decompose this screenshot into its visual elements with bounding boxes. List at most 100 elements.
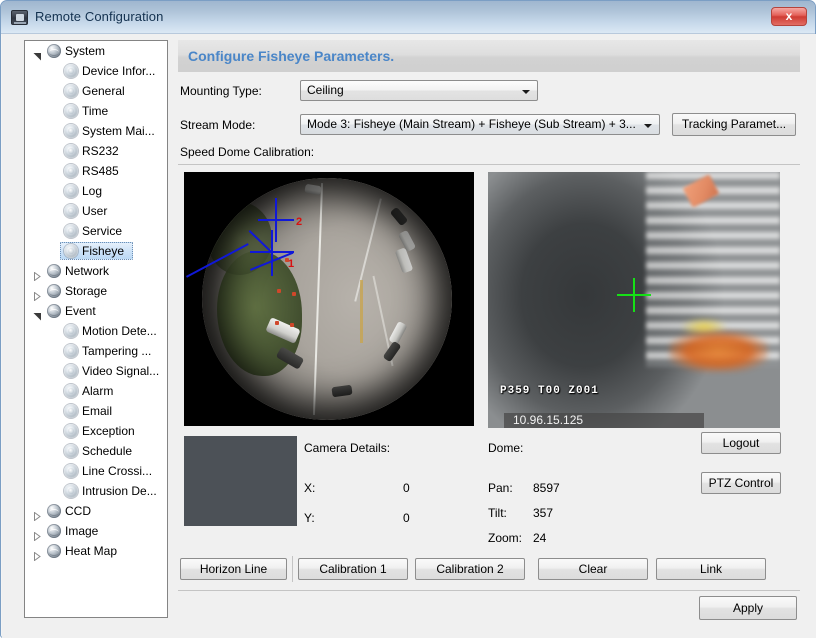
chevron-right-icon[interactable] bbox=[33, 267, 42, 282]
gear-icon bbox=[64, 444, 78, 458]
mounting-type-select[interactable]: Ceiling bbox=[300, 80, 538, 101]
gear-icon bbox=[64, 244, 78, 258]
tracking-parameter-button[interactable]: Tracking Paramet... bbox=[672, 113, 796, 136]
chevron-down-icon[interactable] bbox=[33, 307, 42, 321]
ptz-preview[interactable]: P359 T00 Z001 10.96.15.125 bbox=[488, 172, 780, 428]
camera-icon bbox=[11, 10, 28, 25]
gear-icon bbox=[64, 64, 78, 78]
globe-icon bbox=[47, 504, 61, 518]
gear-icon bbox=[64, 224, 78, 238]
calibration-marker-1-label: 1 bbox=[288, 258, 295, 270]
chevron-down-icon[interactable] bbox=[33, 47, 42, 61]
stream-mode-select[interactable]: Mode 3: Fisheye (Main Stream) + Fisheye … bbox=[300, 114, 660, 135]
dome-pan-value: 8597 bbox=[533, 481, 560, 495]
sidebar-item-video-signal[interactable]: Video Signal... bbox=[25, 361, 167, 381]
chevron-down-icon bbox=[644, 124, 652, 128]
gear-icon bbox=[64, 184, 78, 198]
calibration-2-button[interactable]: Calibration 2 bbox=[415, 558, 525, 580]
gear-icon bbox=[64, 384, 78, 398]
ptz-osd-text: P359 T00 Z001 bbox=[500, 385, 599, 397]
sidebar-item-general[interactable]: General bbox=[25, 81, 167, 101]
sidebar-item-image[interactable]: Image bbox=[25, 521, 167, 542]
gear-icon bbox=[64, 464, 78, 478]
sidebar-item-user[interactable]: User bbox=[25, 201, 167, 221]
logout-button[interactable]: Logout bbox=[701, 432, 781, 454]
gear-icon bbox=[64, 164, 78, 178]
sidebar-item-system[interactable]: System bbox=[25, 41, 167, 61]
sidebar-item-ccd[interactable]: CCD bbox=[25, 501, 167, 522]
sidebar-item-label: General bbox=[82, 84, 125, 98]
close-icon[interactable]: x bbox=[771, 7, 807, 26]
sidebar-item-label: Heat Map bbox=[65, 544, 118, 558]
sidebar-item-storage[interactable]: Storage bbox=[25, 281, 167, 302]
sidebar-item-intrusion-de[interactable]: Intrusion De... bbox=[25, 481, 167, 501]
gear-icon bbox=[64, 404, 78, 418]
gear-icon bbox=[64, 344, 78, 358]
globe-icon bbox=[47, 524, 61, 538]
sidebar-item-tampering[interactable]: Tampering ... bbox=[25, 341, 167, 361]
sidebar-item-exception[interactable]: Exception bbox=[25, 421, 167, 441]
sidebar-item-log[interactable]: Log bbox=[25, 181, 167, 201]
chevron-down-icon bbox=[522, 90, 530, 94]
sidebar-item-email[interactable]: Email bbox=[25, 401, 167, 421]
sidebar-item-service[interactable]: Service bbox=[25, 221, 167, 241]
mounting-type-label: Mounting Type: bbox=[180, 84, 262, 98]
sidebar-item-label: Network bbox=[65, 264, 110, 278]
gear-icon bbox=[64, 84, 78, 98]
dome-tilt-value: 357 bbox=[533, 506, 554, 520]
chevron-right-icon[interactable] bbox=[33, 527, 42, 542]
page-banner: Configure Fisheye Parameters. bbox=[178, 40, 800, 72]
configuration-tree[interactable]: System Device Infor... General Time System M… bbox=[24, 40, 168, 618]
gear-icon bbox=[64, 204, 78, 218]
chevron-right-icon[interactable] bbox=[33, 287, 42, 302]
globe-icon bbox=[47, 544, 61, 558]
divider bbox=[292, 556, 293, 582]
calibration-1-button[interactable]: Calibration 1 bbox=[298, 558, 408, 580]
sidebar-item-rs232[interactable]: RS232 bbox=[25, 141, 167, 161]
sidebar-item-motion-dete[interactable]: Motion Dete... bbox=[25, 321, 167, 341]
gear-icon bbox=[64, 424, 78, 438]
globe-icon bbox=[47, 304, 61, 318]
sidebar-item-label: Video Signal... bbox=[82, 364, 160, 378]
snapshot-thumbnail[interactable] bbox=[184, 436, 297, 526]
fisheye-preview[interactable]: 2 1 bbox=[184, 172, 474, 426]
sidebar-item-schedule[interactable]: Schedule bbox=[25, 441, 167, 461]
sidebar-item-device-infor[interactable]: Device Infor... bbox=[25, 61, 167, 81]
globe-icon bbox=[47, 264, 61, 278]
sidebar-item-label: Email bbox=[82, 404, 113, 418]
sidebar-item-system-mai[interactable]: System Mai... bbox=[25, 121, 167, 141]
sidebar-item-alarm[interactable]: Alarm bbox=[25, 381, 167, 401]
sidebar-item-label: Motion Dete... bbox=[82, 324, 157, 338]
sidebar-item-time[interactable]: Time bbox=[25, 101, 167, 121]
chevron-right-icon[interactable] bbox=[33, 547, 42, 562]
window-client-area: System Device Infor... General Time System M… bbox=[2, 34, 816, 638]
sidebar-item-line-crossi[interactable]: Line Crossi... bbox=[25, 461, 167, 481]
ptz-control-button[interactable]: PTZ Control bbox=[701, 472, 781, 494]
sidebar-item-label: Storage bbox=[65, 284, 108, 298]
gear-icon bbox=[64, 124, 78, 138]
window-titlebar[interactable]: Remote Configuration x bbox=[1, 1, 815, 34]
sidebar-item-label: Exception bbox=[82, 424, 135, 438]
sidebar-item-label: Fisheye bbox=[82, 244, 125, 258]
sidebar-item-network[interactable]: Network bbox=[25, 261, 167, 282]
sidebar-item-label: Tampering ... bbox=[82, 344, 152, 358]
chevron-right-icon[interactable] bbox=[33, 507, 42, 522]
horizon-line-button[interactable]: Horizon Line bbox=[180, 558, 287, 580]
sidebar-item-fisheye[interactable]: Fisheye bbox=[25, 241, 167, 261]
divider bbox=[178, 590, 800, 591]
sidebar-item-label: Alarm bbox=[82, 384, 114, 398]
link-button[interactable]: Link bbox=[656, 558, 766, 580]
speed-dome-calibration-label: Speed Dome Calibration: bbox=[180, 145, 315, 159]
sidebar-item-label: CCD bbox=[65, 504, 91, 518]
clear-button[interactable]: Clear bbox=[538, 558, 648, 580]
sidebar-item-heat-map[interactable]: Heat Map bbox=[25, 541, 167, 562]
sidebar-item-rs485[interactable]: RS485 bbox=[25, 161, 167, 181]
sidebar-item-label: User bbox=[82, 204, 108, 218]
gear-icon bbox=[64, 144, 78, 158]
sidebar-item-label: System Mai... bbox=[82, 124, 155, 138]
apply-button[interactable]: Apply bbox=[699, 596, 797, 620]
sidebar-item-event[interactable]: Event bbox=[25, 301, 167, 321]
camera-y-value: 0 bbox=[403, 511, 410, 525]
mounting-type-value: Ceiling bbox=[307, 83, 344, 97]
sidebar-item-label: RS485 bbox=[82, 164, 119, 178]
